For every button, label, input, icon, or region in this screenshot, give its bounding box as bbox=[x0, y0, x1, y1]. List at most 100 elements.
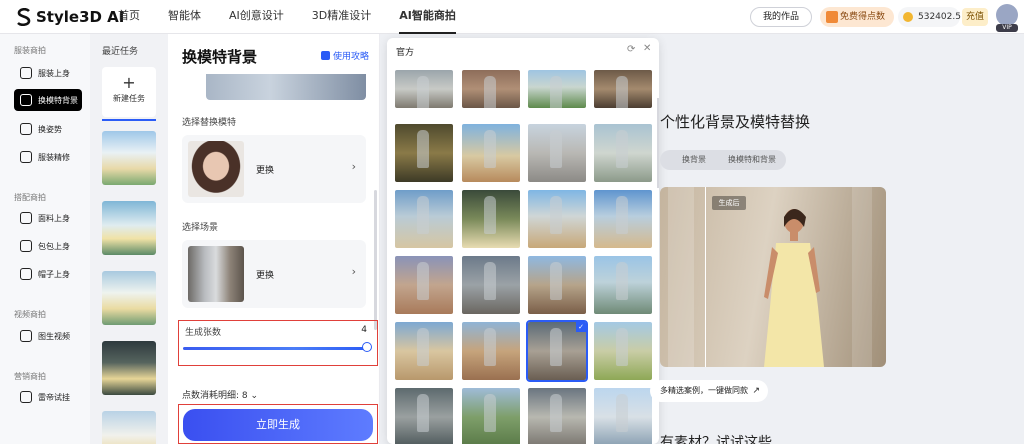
sidebar-item-bag[interactable]: 包包上身 bbox=[14, 235, 82, 257]
scene-option[interactable] bbox=[528, 256, 586, 314]
sidebar-item-pose[interactable]: 换姿势 bbox=[14, 118, 82, 140]
scene-option[interactable] bbox=[462, 70, 520, 108]
popup-title: 官方 bbox=[396, 48, 415, 58]
task-thumbnail[interactable] bbox=[102, 411, 156, 444]
guide-label: 使用攻略 bbox=[333, 52, 370, 62]
generate-section: 立即生成 bbox=[178, 404, 378, 444]
sidebar-section-title: 视频商拍 bbox=[14, 310, 46, 319]
count-slider-handle[interactable] bbox=[362, 342, 372, 352]
cost-detail[interactable]: 点数消耗明细: 8 ⌄ bbox=[182, 388, 258, 401]
count-value: 4 bbox=[361, 325, 367, 335]
sidebar-item-label: 换姿势 bbox=[38, 124, 62, 134]
count-section: 生成张数 4 bbox=[178, 320, 378, 366]
new-task-button[interactable]: + 新建任务 bbox=[102, 67, 156, 121]
generate-button[interactable]: 立即生成 bbox=[183, 409, 373, 441]
hanger-icon bbox=[20, 391, 32, 403]
task-thumbnail[interactable] bbox=[102, 201, 156, 255]
task-thumbnail[interactable] bbox=[102, 341, 156, 395]
scene-option[interactable] bbox=[395, 388, 453, 444]
nav-tab-agent[interactable]: 智能体 bbox=[168, 0, 201, 34]
plus-icon: + bbox=[122, 73, 136, 92]
scene-option[interactable] bbox=[594, 256, 652, 314]
scene-option[interactable] bbox=[462, 190, 520, 248]
points-value: 532402.5 bbox=[918, 12, 961, 22]
source-image-preview bbox=[206, 74, 366, 100]
scene-option[interactable] bbox=[395, 70, 453, 108]
model-silhouette bbox=[417, 196, 429, 234]
scene-option[interactable] bbox=[594, 388, 652, 444]
close-icon[interactable]: ✕ bbox=[643, 43, 651, 54]
model-silhouette bbox=[616, 196, 628, 234]
sidebar-item-label: 雷帝试挂 bbox=[38, 392, 70, 402]
recent-tasks-title: 最近任务 bbox=[102, 47, 139, 57]
popup-scrollbar[interactable] bbox=[657, 98, 659, 188]
tab-change-model-and-background[interactable]: 换模特和背景 bbox=[728, 150, 776, 170]
sidebar-item-swap-background[interactable]: 换模特背景 bbox=[14, 89, 82, 111]
recharge-button[interactable]: 充值 bbox=[962, 8, 988, 26]
nav-tab-3d-design[interactable]: 3D精准设计 bbox=[312, 0, 371, 34]
edit-panel: 换模特背景 使用攻略 选择替换模特 更换 › 选择场景 更换 › bbox=[168, 34, 380, 444]
task-thumbnail[interactable] bbox=[102, 271, 156, 325]
nav-tab-ai-photo[interactable]: AI智能商拍 bbox=[399, 0, 456, 34]
brand-name: Style3D AI bbox=[36, 8, 125, 26]
scene-option[interactable] bbox=[594, 190, 652, 248]
scene-option[interactable] bbox=[395, 190, 453, 248]
new-task-label: 新建任务 bbox=[113, 94, 145, 103]
count-slider-track[interactable] bbox=[183, 347, 369, 350]
model-change-label: 更换 bbox=[256, 166, 275, 176]
model-silhouette bbox=[550, 262, 562, 300]
sidebar-section-title: 营销商拍 bbox=[14, 372, 46, 381]
model-silhouette bbox=[616, 328, 628, 366]
scene-option[interactable]: ✓ bbox=[526, 320, 588, 382]
scene-option[interactable] bbox=[528, 190, 586, 248]
retouch-icon bbox=[20, 151, 32, 163]
scene-option[interactable] bbox=[528, 388, 586, 444]
free-points-button[interactable]: 免费得点数 bbox=[820, 7, 894, 27]
scene-option[interactable] bbox=[462, 322, 520, 380]
video-icon bbox=[20, 330, 32, 342]
scene-option[interactable] bbox=[594, 124, 652, 182]
scene-option[interactable] bbox=[528, 70, 586, 108]
guide-link[interactable]: 使用攻略 bbox=[321, 49, 369, 62]
model-silhouette bbox=[417, 328, 429, 366]
brand-logo[interactable]: Style3D AI bbox=[16, 7, 124, 27]
sidebar-section-title: 服装商拍 bbox=[14, 46, 46, 55]
panel-scrollbar[interactable] bbox=[374, 190, 377, 330]
sidebar-item-fabric[interactable]: 面料上身 bbox=[14, 207, 82, 229]
count-label: 生成张数 bbox=[185, 328, 222, 338]
curated-cases-bar[interactable]: 多精选案例，一键做同款 ↗ bbox=[650, 380, 768, 402]
nav-tab-home[interactable]: 首页 bbox=[118, 0, 140, 34]
sidebar-item-label: 面料上身 bbox=[38, 213, 70, 223]
scene-option[interactable] bbox=[462, 124, 520, 182]
fabric-icon bbox=[20, 212, 32, 224]
scene-option[interactable] bbox=[528, 124, 586, 182]
task-thumbnail[interactable] bbox=[102, 131, 156, 185]
scene-option[interactable] bbox=[395, 256, 453, 314]
scene-option[interactable] bbox=[594, 70, 652, 108]
tab-change-background[interactable]: 换背景 bbox=[682, 150, 706, 170]
model-silhouette bbox=[484, 328, 496, 366]
model-silhouette bbox=[616, 130, 628, 168]
scene-option[interactable] bbox=[395, 124, 453, 182]
sidebar-item-label: 换模特背景 bbox=[38, 95, 78, 105]
background-swap-icon bbox=[20, 94, 32, 106]
model-silhouette bbox=[550, 394, 562, 432]
my-works-button[interactable]: 我的作品 bbox=[750, 7, 812, 27]
sidebar-item-label: 包包上身 bbox=[38, 241, 70, 251]
model-silhouette bbox=[484, 262, 496, 300]
sidebar-item-hat[interactable]: 帽子上身 bbox=[14, 263, 82, 285]
scene-picker[interactable]: 更换 › bbox=[182, 240, 366, 308]
nav-tab-ai-design[interactable]: AI创意设计 bbox=[229, 0, 284, 34]
sidebar-item-video[interactable]: 图生视频 bbox=[14, 325, 82, 347]
scene-option[interactable] bbox=[395, 322, 453, 380]
scene-option[interactable] bbox=[594, 322, 652, 380]
refresh-icon[interactable]: ⟳ bbox=[627, 44, 635, 55]
sidebar-item-hanger[interactable]: 雷帝试挂 bbox=[14, 386, 82, 408]
model-picker[interactable]: 更换 › bbox=[182, 135, 366, 203]
scene-option[interactable] bbox=[462, 256, 520, 314]
model-face-image bbox=[188, 141, 244, 197]
sidebar-item-retouch[interactable]: 服装精修 bbox=[14, 146, 82, 168]
avatar[interactable] bbox=[996, 4, 1018, 26]
scene-option[interactable] bbox=[462, 388, 520, 444]
sidebar-item-garment-on[interactable]: 服装上身 bbox=[14, 62, 82, 84]
